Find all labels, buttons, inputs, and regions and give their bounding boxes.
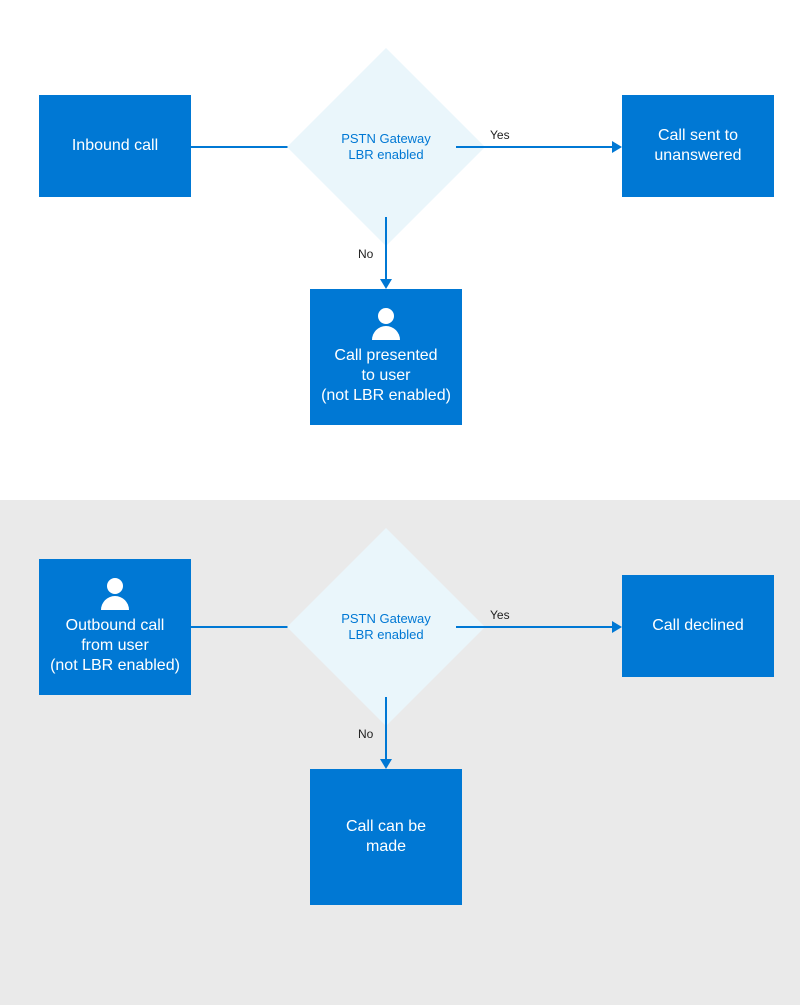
edge-label-yes: Yes <box>490 128 510 142</box>
flow-outbound: Outbound call from user (not LBR enabled… <box>0 500 800 1005</box>
node-label: PSTN Gateway LBR enabled <box>316 77 456 217</box>
node-label: (not LBR enabled) <box>321 386 451 406</box>
arrowhead-icon <box>612 141 622 153</box>
node-label: Outbound call <box>66 616 165 636</box>
edge-label-no: No <box>358 727 373 741</box>
node-label: from user <box>81 636 149 656</box>
decision-line2: LBR enabled <box>348 147 423 162</box>
edge-decision-to-yes <box>456 146 612 148</box>
node-label: (not LBR enabled) <box>50 656 180 676</box>
edge-label-no: No <box>358 247 373 261</box>
flow-inbound: Inbound call PSTN Gateway LBR enabled Ye… <box>0 0 800 500</box>
edge-decision-to-no <box>385 697 387 759</box>
decision-line1: PSTN Gateway <box>341 611 431 626</box>
node-outbound-call: Outbound call from user (not LBR enabled… <box>39 559 191 695</box>
node-label: Call declined <box>652 616 744 636</box>
node-label: made <box>366 837 406 857</box>
node-label: Call sent to <box>658 126 738 146</box>
person-icon <box>101 578 129 610</box>
node-call-sent-unanswered: Call sent to unanswered <box>622 95 774 197</box>
node-label: Call presented <box>334 346 437 366</box>
edge-decision-to-yes <box>456 626 612 628</box>
node-label: unanswered <box>654 146 741 166</box>
edge-label-yes: Yes <box>490 608 510 622</box>
decision-line2: LBR enabled <box>348 627 423 642</box>
node-label: Inbound call <box>72 136 158 156</box>
person-icon <box>372 308 400 340</box>
node-call-declined: Call declined <box>622 575 774 677</box>
node-call-presented-to-user: Call presented to user (not LBR enabled) <box>310 289 462 425</box>
node-label: to user <box>362 366 411 386</box>
node-label: PSTN Gateway LBR enabled <box>316 557 456 697</box>
node-decision-pstn-gateway: PSTN Gateway LBR enabled <box>316 77 456 217</box>
node-inbound-call: Inbound call <box>39 95 191 197</box>
node-call-can-be-made: Call can be made <box>310 769 462 905</box>
arrowhead-icon <box>612 621 622 633</box>
arrowhead-icon <box>380 279 392 289</box>
arrowhead-icon <box>380 759 392 769</box>
node-decision-pstn-gateway: PSTN Gateway LBR enabled <box>316 557 456 697</box>
decision-line1: PSTN Gateway <box>341 131 431 146</box>
node-label: Call can be <box>346 817 426 837</box>
edge-decision-to-no <box>385 217 387 279</box>
